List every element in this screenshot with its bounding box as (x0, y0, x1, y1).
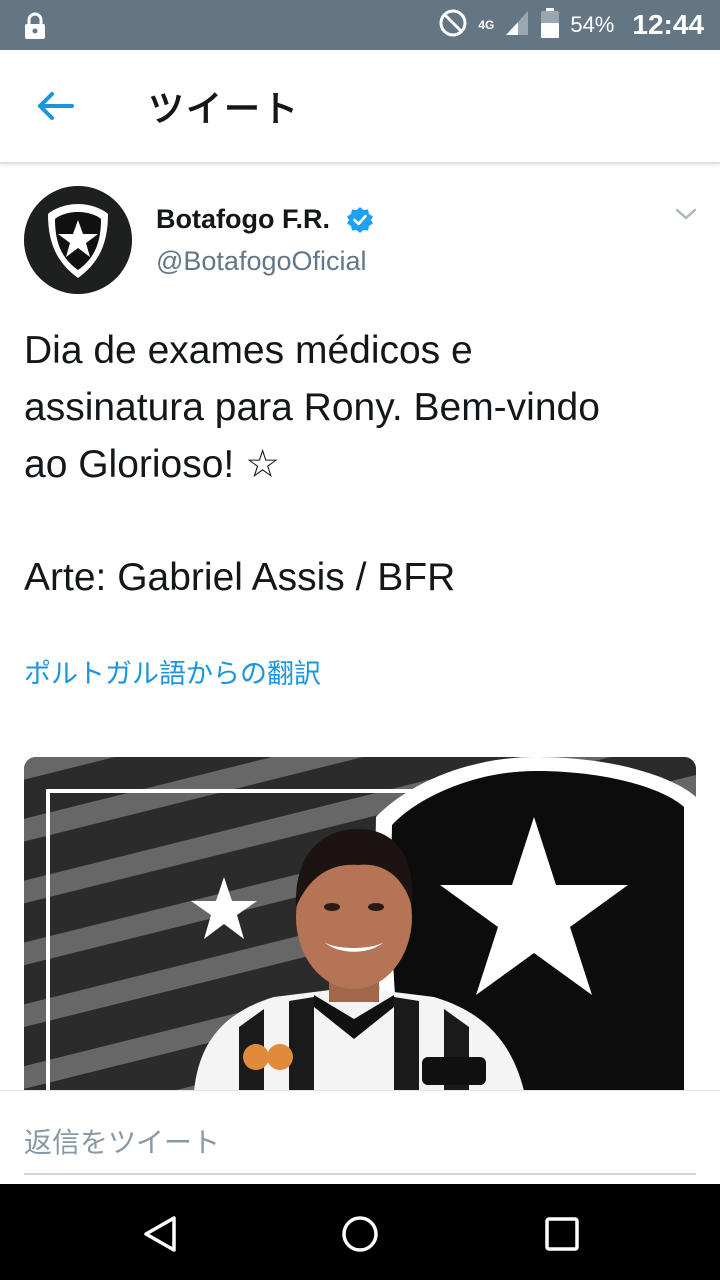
author-name[interactable]: Botafogo F.R. (156, 204, 330, 235)
nav-home-button[interactable] (340, 1214, 380, 1254)
tweet-text-line: ao Glorioso! ☆ (24, 443, 281, 486)
do-not-disturb-icon (438, 8, 468, 43)
nav-back-button[interactable] (140, 1214, 180, 1254)
square-recents-icon (545, 1217, 579, 1251)
battery-icon (540, 7, 560, 44)
verified-badge-icon (346, 206, 374, 239)
tweet-text-line: Arte: Gabriel Assis / BFR (24, 556, 456, 599)
lock-icon (22, 11, 48, 46)
botafogo-crest-icon (24, 186, 132, 294)
avatar[interactable] (24, 186, 132, 294)
tweet-media-image[interactable] (24, 757, 696, 1091)
reply-input-underline (24, 1173, 696, 1175)
reply-input[interactable]: 返信をツイート (24, 1121, 220, 1161)
tweet-text-line: Dia de exames médicos e (24, 329, 473, 372)
nav-recents-button[interactable] (542, 1214, 582, 1254)
circle-home-icon (342, 1216, 378, 1252)
signal-icon (504, 9, 530, 42)
network-type: 4G (478, 18, 495, 32)
navigation-bar (0, 1184, 720, 1280)
chevron-down-icon (675, 208, 697, 220)
battery-percentage: 54% (570, 12, 615, 37)
back-button[interactable] (34, 86, 78, 126)
translate-link[interactable]: ポルトガル語からの翻訳 (24, 652, 321, 691)
app-header: ツイート (0, 50, 720, 164)
triangle-back-icon (144, 1216, 176, 1252)
author-handle[interactable]: @BotafogoOficial (156, 246, 367, 277)
player-photo (24, 757, 696, 1091)
tweet-menu-button[interactable] (674, 206, 698, 227)
reply-bar: 返信をツイート (0, 1090, 720, 1185)
status-bar: 4G 54% 12:44 (0, 0, 720, 50)
page-title: ツイート (148, 89, 301, 130)
arrow-left-icon (38, 92, 74, 120)
tweet-text: Dia de exames médicos e assinatura para … (24, 322, 700, 606)
clock: 12:44 (632, 9, 704, 40)
tweet-text-line: assinatura para Rony. Bem-vindo (24, 386, 600, 429)
